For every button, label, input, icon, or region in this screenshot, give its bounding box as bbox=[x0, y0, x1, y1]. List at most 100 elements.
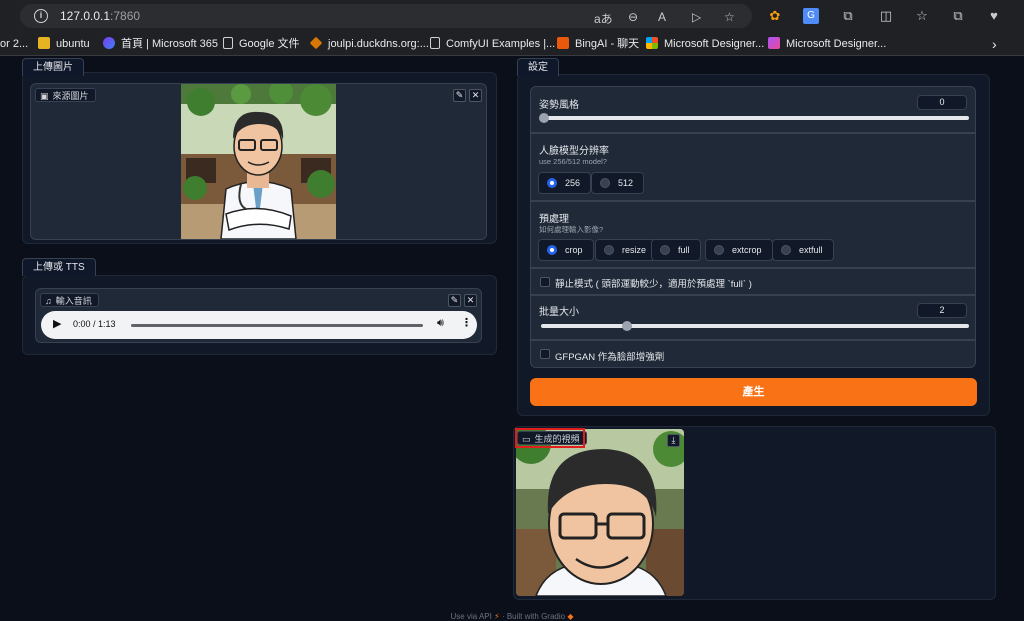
footer: Use via API ⚡ · Built with Gradio ◆ bbox=[0, 612, 1024, 621]
bookmark-label: or 2... bbox=[0, 38, 29, 50]
radio-crop[interactable]: crop bbox=[538, 239, 594, 261]
more-options-icon[interactable]: ⋮ bbox=[461, 316, 472, 329]
radio-dot bbox=[604, 245, 614, 255]
bookmark-item[interactable]: Microsoft Designer... bbox=[768, 36, 886, 52]
m365-icon bbox=[103, 37, 115, 49]
extension-cookie-icon[interactable]: ✿ bbox=[767, 8, 783, 24]
face-resolution-sub: use 256/512 model? bbox=[539, 157, 607, 166]
bookmark-label: 首頁 | Microsoft 365 bbox=[121, 38, 218, 50]
url-port: :7860 bbox=[110, 9, 141, 23]
pose-style-thumb[interactable] bbox=[539, 113, 549, 123]
generated-video[interactable] bbox=[516, 429, 684, 596]
radio-512[interactable]: 512 bbox=[591, 172, 645, 194]
radio-label: resize bbox=[622, 245, 647, 255]
radio-dot bbox=[547, 245, 557, 255]
audio-progress-track[interactable] bbox=[131, 324, 423, 327]
still-mode-label: 靜止模式 ( 頭部運動較少，適用於預處理 `full` ) bbox=[555, 279, 752, 290]
url-text[interactable]: 127.0.0.1:7860 bbox=[60, 9, 140, 23]
preprocess-row: 預處理 如何處理輸入影像? crop resize full extcrop e… bbox=[530, 201, 976, 268]
source-image-label: ▣ 來源圖片 bbox=[35, 88, 96, 102]
bookmark-item[interactable]: ubuntu bbox=[38, 36, 90, 52]
pose-style-input[interactable]: 0 bbox=[917, 95, 967, 110]
designer-icon bbox=[768, 37, 780, 49]
edit-icon[interactable]: ✎ bbox=[453, 89, 466, 102]
radio-label: extcrop bbox=[732, 245, 762, 255]
read-aloud-icon[interactable]: aあ bbox=[594, 10, 613, 27]
close-icon[interactable]: ✕ bbox=[469, 89, 482, 102]
translate-icon[interactable]: G bbox=[803, 8, 819, 24]
radio-resize[interactable]: resize bbox=[595, 239, 658, 261]
pose-style-row: 姿勢風格 0 bbox=[530, 86, 976, 133]
audio-player: ▶ 0:00 / 1:13 🔊︎ ⋮ bbox=[41, 311, 477, 339]
bookmark-label: Google 文件 bbox=[239, 38, 300, 50]
batch-size-input[interactable]: 2 bbox=[917, 303, 967, 318]
gfpgan-checkbox[interactable] bbox=[540, 349, 550, 359]
face-resolution-row: 人臉模型分辨率 use 256/512 model? 256 512 bbox=[530, 133, 976, 201]
text-size-icon[interactable]: A bbox=[658, 10, 666, 24]
radio-full[interactable]: full bbox=[651, 239, 701, 261]
radio-label: 512 bbox=[618, 178, 634, 188]
close-icon[interactable]: ✕ bbox=[464, 294, 477, 307]
app-available-icon[interactable]: ▷ bbox=[692, 10, 701, 24]
bookmarks-bar: or 2... ubuntu 首頁 | Microsoft 365 Google… bbox=[0, 32, 1024, 56]
bookmark-item[interactable]: joulpi.duckdns.org:... bbox=[309, 36, 429, 52]
more-bookmarks-chevron-icon[interactable]: › bbox=[992, 36, 997, 52]
volume-icon[interactable]: 🔊︎ bbox=[437, 317, 444, 330]
bookmark-item[interactable]: Microsoft Designer... bbox=[646, 36, 764, 52]
radio-dot bbox=[714, 245, 724, 255]
radio-dot bbox=[600, 178, 610, 188]
gradio-logo-icon: ◆ bbox=[567, 612, 574, 621]
url-host: 127.0.0.1 bbox=[60, 9, 111, 23]
generate-button[interactable]: 產生 bbox=[530, 378, 977, 406]
favorites-icon[interactable]: ☆ bbox=[914, 8, 930, 24]
source-image bbox=[181, 84, 336, 239]
bookmark-item[interactable]: Google 文件 bbox=[223, 36, 300, 52]
radio-label: extfull bbox=[799, 245, 823, 255]
bookmark-item[interactable]: 首頁 | Microsoft 365 bbox=[103, 36, 218, 52]
address-bar[interactable]: i 127.0.0.1:7860 aあ ⊖ A ▷ ☆ bbox=[20, 4, 752, 28]
microsoft-icon bbox=[646, 37, 658, 49]
batch-size-thumb[interactable] bbox=[621, 321, 632, 331]
input-audio-block: ♫ 輸入音訊 ✎ ✕ ▶ 0:00 / 1:13 🔊︎ ⋮ bbox=[35, 288, 482, 343]
favorite-star-icon[interactable]: ☆ bbox=[724, 10, 735, 24]
tab-settings[interactable]: 設定 bbox=[517, 58, 559, 76]
download-icon[interactable]: ⤓ bbox=[667, 434, 680, 447]
radio-label: crop bbox=[565, 245, 583, 255]
radio-extcrop[interactable]: extcrop bbox=[705, 239, 773, 261]
face-resolution-label: 人臉模型分辨率 bbox=[539, 146, 609, 157]
radio-dot bbox=[660, 245, 670, 255]
bookmark-label: ComfyUI Examples |... bbox=[446, 38, 556, 50]
still-mode-checkbox[interactable] bbox=[540, 277, 550, 287]
highlight-box bbox=[515, 428, 585, 448]
radio-extfull[interactable]: extfull bbox=[772, 239, 834, 261]
bookmark-label: joulpi.duckdns.org:... bbox=[328, 38, 429, 50]
audio-time: 0:00 / 1:13 bbox=[73, 319, 116, 329]
built-with-gradio-link[interactable]: Built with Gradio bbox=[507, 612, 565, 621]
batch-size-slider[interactable] bbox=[541, 324, 969, 328]
pose-style-slider[interactable] bbox=[541, 116, 969, 120]
page-icon bbox=[430, 37, 440, 49]
tab-upload-image[interactable]: 上傳圖片 bbox=[22, 58, 84, 76]
pose-style-label: 姿勢風格 bbox=[539, 100, 579, 111]
collections-icon[interactable]: ⧉ bbox=[950, 8, 966, 24]
footer-separator: · bbox=[501, 612, 505, 621]
zoom-icon[interactable]: ⊖ bbox=[628, 10, 638, 24]
bookmark-item[interactable]: BingAI - 聊天 bbox=[557, 36, 639, 52]
bing-icon bbox=[557, 37, 569, 49]
play-icon[interactable]: ▶ bbox=[53, 317, 61, 330]
bookmark-item[interactable]: ComfyUI Examples |... bbox=[430, 36, 555, 52]
extensions-icon[interactable]: ⧉ bbox=[840, 8, 856, 24]
input-audio-label-text: 輸入音訊 bbox=[55, 296, 92, 306]
bookmark-item[interactable]: or 2... bbox=[0, 36, 28, 52]
browser-essentials-icon[interactable]: ♥ bbox=[986, 8, 1002, 24]
bookmark-label: ubuntu bbox=[56, 38, 90, 50]
radio-256[interactable]: 256 bbox=[538, 172, 592, 194]
edit-icon[interactable]: ✎ bbox=[448, 294, 461, 307]
batch-size-label: 批量大小 bbox=[539, 307, 579, 318]
page-icon bbox=[223, 37, 233, 49]
use-api-link[interactable]: Use via API bbox=[451, 612, 492, 621]
site-info-icon[interactable]: i bbox=[34, 9, 48, 23]
split-screen-icon[interactable]: ◫ bbox=[878, 8, 894, 24]
tab-upload-tts[interactable]: 上傳或 TTS bbox=[22, 258, 96, 276]
preprocess-label: 預處理 bbox=[539, 214, 569, 225]
